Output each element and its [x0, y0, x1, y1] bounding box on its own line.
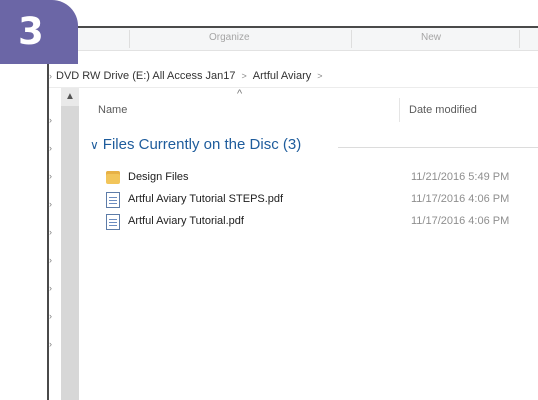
breadcrumb-separator[interactable]: > — [236, 65, 253, 87]
nav-expand-chevron-icon[interactable]: › — [49, 144, 57, 153]
ribbon-group-organize[interactable]: Organize — [209, 32, 250, 43]
column-header-name[interactable]: Name — [98, 104, 127, 116]
group-title: Files Currently on the Disc (3) — [102, 136, 302, 154]
address-bar[interactable]: › DVD RW Drive (E:) All Access Jan17 > Artf… — [49, 65, 538, 88]
column-divider[interactable] — [399, 98, 400, 122]
explorer-window: Organize New › DVD RW Drive (E:) All Acce… — [47, 26, 538, 400]
file-name: Artful Aviary Tutorial.pdf — [128, 215, 244, 227]
file-date: 11/17/2016 4:06 PM — [411, 215, 510, 227]
file-row[interactable]: Artful Aviary Tutorial STEPS.pdf 11/17/2… — [106, 190, 538, 210]
nav-expand-chevron-icon[interactable]: › — [49, 172, 57, 181]
pdf-file-icon — [106, 214, 120, 230]
breadcrumb-drive[interactable]: DVD RW Drive (E:) All Access Jan17 — [56, 65, 236, 87]
navigation-pane: › › › › › › › › › — [49, 88, 61, 400]
file-name: Design Files — [128, 171, 189, 183]
sort-ascending-icon: ^ — [237, 88, 243, 100]
file-row[interactable]: Design Files 11/21/2016 5:49 PM — [106, 168, 538, 188]
column-header: Name ^ Date modified — [79, 88, 538, 122]
address-lead-chevron-icon[interactable]: › — [49, 65, 54, 87]
group-divider — [338, 147, 538, 148]
nav-expand-chevron-icon[interactable]: › — [49, 200, 57, 209]
breadcrumb-separator[interactable]: > — [311, 65, 328, 87]
nav-expand-chevron-icon[interactable]: › — [49, 284, 57, 293]
folder-icon — [106, 171, 120, 184]
nav-expand-chevron-icon[interactable]: › — [49, 340, 57, 349]
ribbon-group-new[interactable]: New — [421, 32, 441, 43]
nav-expand-chevron-icon[interactable]: › — [49, 256, 57, 265]
ribbon-separator — [351, 30, 352, 48]
step-number-badge: 3 — [0, 0, 78, 64]
column-header-date-modified[interactable]: Date modified — [409, 104, 477, 116]
nav-expand-chevron-icon[interactable]: › — [49, 312, 57, 321]
pdf-file-icon — [106, 192, 120, 208]
group-header[interactable]: ∨ Files Currently on the Disc (3) — [90, 136, 538, 158]
nav-scrollbar[interactable]: ▲ — [61, 88, 79, 400]
nav-expand-chevron-icon[interactable]: › — [49, 116, 57, 125]
nav-expand-chevron-icon[interactable]: › — [49, 228, 57, 237]
file-date: 11/21/2016 5:49 PM — [411, 171, 510, 183]
file-date: 11/17/2016 4:06 PM — [411, 193, 510, 205]
ribbon-separator — [519, 30, 520, 48]
breadcrumb-folder[interactable]: Artful Aviary — [253, 65, 312, 87]
file-row[interactable]: Artful Aviary Tutorial.pdf 11/17/2016 4:… — [106, 212, 538, 232]
ribbon-separator — [129, 30, 130, 48]
file-name: Artful Aviary Tutorial STEPS.pdf — [128, 193, 284, 205]
scroll-up-arrow-icon[interactable]: ▲ — [61, 88, 79, 106]
group-collapse-chevron-icon[interactable]: ∨ — [90, 138, 99, 152]
ribbon: Organize New — [49, 28, 538, 51]
